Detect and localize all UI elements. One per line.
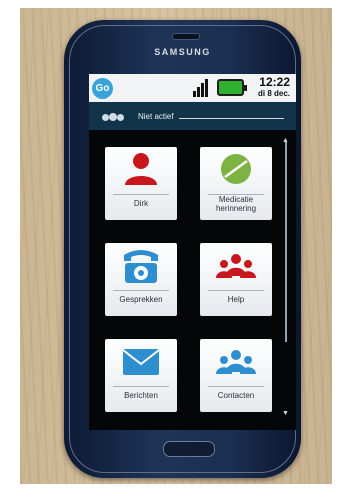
tile-dirk[interactable]: Dirk [105,147,177,220]
brand-logo: SAMSUNG [154,47,211,57]
tile-medicatie-herinnering[interactable]: Medicatie herinnering [200,147,272,220]
tile-help[interactable]: Help [200,243,272,316]
status-label: Niet actief [138,112,174,121]
tile-label: Medicatie herinnering [215,195,257,213]
tile-label: Help [227,295,245,304]
tile-label: Gesprekken [119,295,163,304]
status-line[interactable]: Niet actief [89,102,296,130]
tile-divider [113,290,169,291]
pill-icon [221,154,251,184]
tile-berichten[interactable]: Berichten [105,339,177,412]
app-grid: Dirk Medicatie herinnering Gesprekken He… [89,134,296,424]
go-app-logo[interactable]: Go [92,78,113,99]
tile-divider [113,386,169,387]
status-divider [179,118,284,119]
phone-icon [124,250,158,283]
tile-divider [208,386,264,387]
tile-divider [113,194,169,195]
phone-screen: Go 12:22 di 8 dec. Niet actief Dirk Medi… [89,74,296,430]
person-icon [125,153,157,185]
envelope-icon [122,349,160,375]
scroll-down-arrow-icon[interactable]: ▼ [282,410,289,417]
clock-time: 12:22 [259,75,290,89]
tile-label: Berichten [124,391,158,400]
contacts-icon [216,350,256,374]
tile-label: Contacten [217,391,255,400]
tile-contacten[interactable]: Contacten [200,339,272,412]
tile-label: Dirk [133,199,149,208]
help-group-icon [216,254,256,278]
clock: 12:22 di 8 dec. [258,75,290,99]
tile-divider [208,290,264,291]
scrollbar[interactable] [285,142,287,342]
earpiece-speaker [172,33,200,40]
status-bar: Go 12:22 di 8 dec. [89,74,296,102]
signal-icon [193,79,213,97]
clock-date: di 8 dec. [257,89,290,98]
home-button[interactable] [163,441,215,457]
battery-icon [217,79,247,96]
people-status-icon [102,113,128,123]
tile-gesprekken[interactable]: Gesprekken [105,243,177,316]
